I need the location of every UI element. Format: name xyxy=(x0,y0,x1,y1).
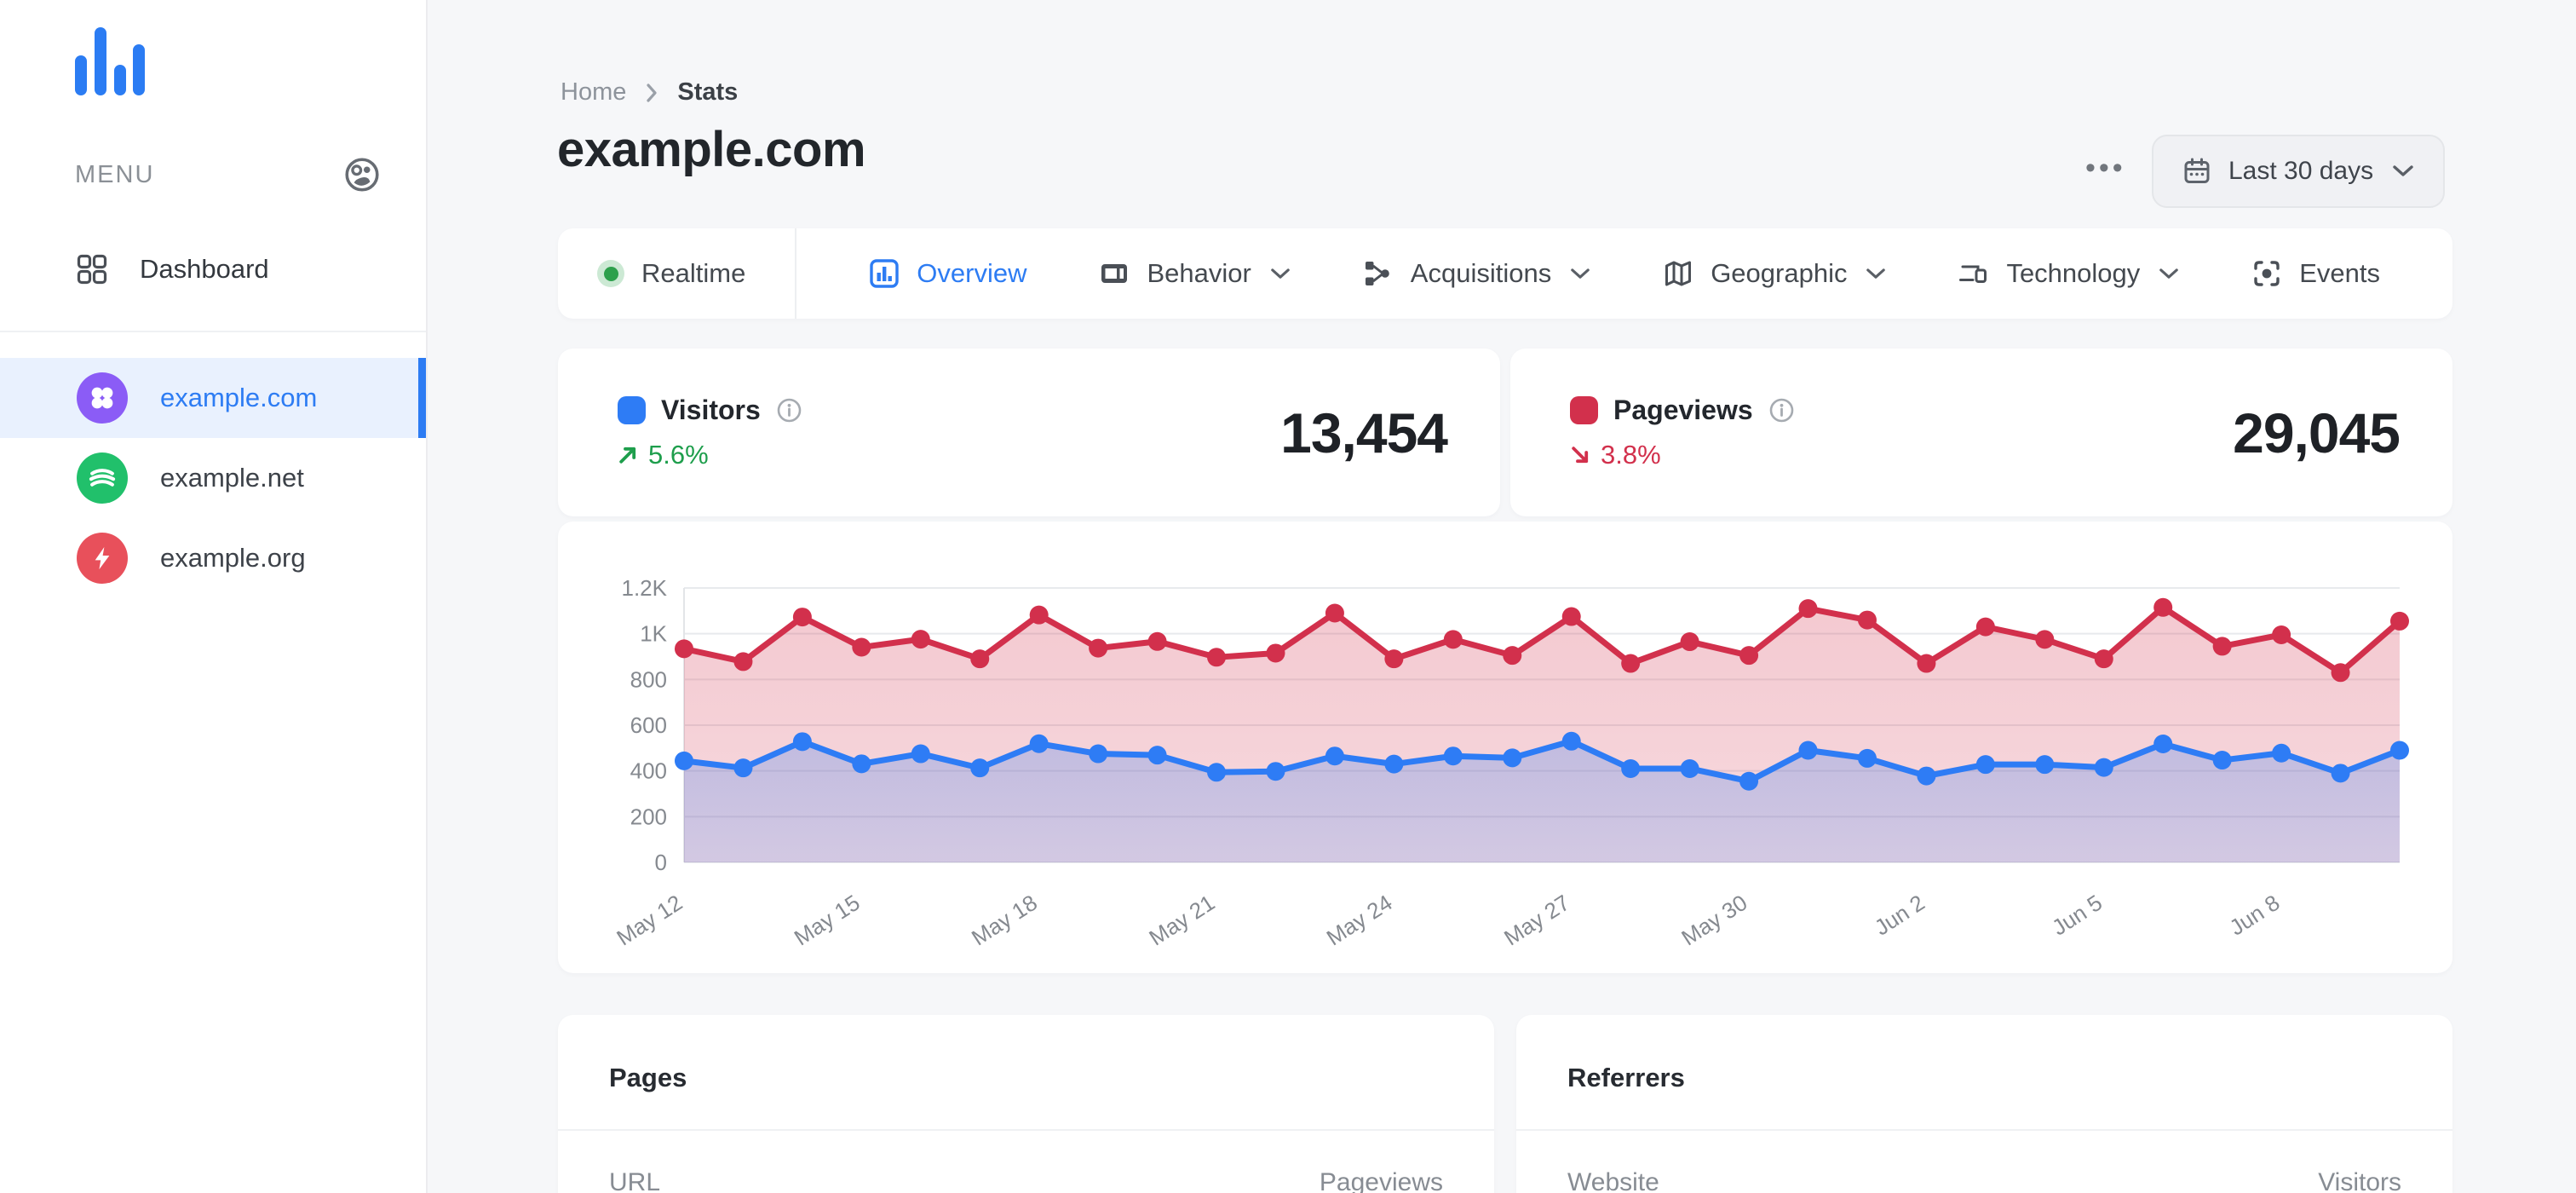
svg-text:1.2K: 1.2K xyxy=(622,575,668,601)
more-options-button[interactable]: ••• xyxy=(2077,143,2135,193)
tab-label: Behavior xyxy=(1147,258,1251,288)
acquisitions-branch-icon xyxy=(1363,258,1394,289)
realtime-status-icon xyxy=(597,260,624,287)
date-range-button[interactable]: Last 30 days xyxy=(2152,135,2446,208)
chevron-down-icon xyxy=(2159,268,2179,280)
trend-up-icon xyxy=(618,445,638,465)
tab-label: Overview xyxy=(917,258,1027,288)
column-header-website: Website xyxy=(1567,1168,1659,1193)
svg-text:400: 400 xyxy=(630,758,667,784)
tab-label: Acquisitions xyxy=(1410,258,1552,288)
site-waves-icon xyxy=(77,452,128,504)
svg-text:May 12: May 12 xyxy=(612,890,687,951)
breadcrumb-home[interactable]: Home xyxy=(561,78,626,107)
visitors-legend-swatch xyxy=(618,396,646,424)
section-tabbar: Realtime Overview Behavior Acquisitions … xyxy=(558,228,2452,319)
stat-label: Visitors xyxy=(661,395,761,425)
site-label: example.net xyxy=(160,463,304,493)
menu-label: MENU xyxy=(75,160,155,188)
svg-text:1K: 1K xyxy=(640,621,667,647)
visitors-value: 13,454 xyxy=(1280,401,1448,464)
tab-technology[interactable]: Technology xyxy=(1958,258,2179,289)
app-logo-bar-chart-icon xyxy=(75,27,145,100)
sidebar-item-label: Dashboard xyxy=(140,254,269,284)
sidebar-item-example-org[interactable]: example.org xyxy=(0,518,426,598)
overview-chart-icon xyxy=(869,258,900,289)
traffic-chart-card: 1.2K 1K 800 600 400 200 0 May 12 May 15 May 18 May… xyxy=(558,522,2452,973)
geographic-map-icon xyxy=(1663,258,1693,289)
svg-text:May 18: May 18 xyxy=(967,890,1042,951)
events-scan-icon xyxy=(2251,258,2282,289)
technology-devices-icon xyxy=(1958,258,1989,289)
behavior-layout-icon xyxy=(1099,258,1130,289)
info-icon[interactable] xyxy=(1768,397,1795,424)
tab-acquisitions[interactable]: Acquisitions xyxy=(1363,258,1590,289)
svg-text:May 27: May 27 xyxy=(1499,890,1574,951)
pageviews-value: 29,045 xyxy=(2233,401,2401,464)
chevron-down-icon xyxy=(2392,164,2414,178)
referrers-card: Referrers Website Visitors xyxy=(1516,1015,2452,1193)
calendar-icon xyxy=(2182,157,2211,186)
tab-label: Events xyxy=(2299,258,2381,288)
site-label: example.org xyxy=(160,543,306,573)
tab-overview[interactable]: Overview xyxy=(869,258,1027,289)
svg-text:May 24: May 24 xyxy=(1322,890,1397,951)
traffic-chart-svg[interactable]: 1.2K 1K 800 600 400 200 0 May 12 May 15 May 18 May… xyxy=(558,522,2452,973)
svg-text:800: 800 xyxy=(630,666,667,692)
sidebar-divider xyxy=(0,331,426,332)
svg-text:May 30: May 30 xyxy=(1676,890,1751,951)
breadcrumb-current: Stats xyxy=(677,78,739,106)
face-icon[interactable] xyxy=(342,155,382,194)
svg-text:May 21: May 21 xyxy=(1144,890,1219,951)
column-header-visitors: Visitors xyxy=(2318,1168,2401,1193)
visitors-stat-card: Visitors 5.6% 13,454 xyxy=(558,349,1500,516)
breadcrumb: Home Stats xyxy=(561,78,738,107)
pageviews-legend-swatch xyxy=(1570,396,1598,424)
site-bolt-icon xyxy=(77,533,128,584)
svg-text:Jun 5: Jun 5 xyxy=(2047,890,2107,941)
svg-text:0: 0 xyxy=(655,850,667,875)
svg-text:200: 200 xyxy=(630,804,667,829)
chevron-down-icon xyxy=(1866,268,1886,280)
tab-realtime[interactable]: Realtime xyxy=(558,258,795,289)
tab-label: Geographic xyxy=(1711,258,1848,288)
tab-geographic[interactable]: Geographic xyxy=(1663,258,1886,289)
tab-label: Technology xyxy=(2006,258,2141,288)
tab-label: Realtime xyxy=(641,258,746,288)
pages-card-title: Pages xyxy=(609,1063,687,1092)
info-icon[interactable] xyxy=(776,397,802,424)
trend-down-icon xyxy=(1570,445,1590,465)
detail-tables: Pages URL Pageviews Referrers Website Vi… xyxy=(558,1015,2452,1193)
svg-text:600: 600 xyxy=(630,712,667,738)
menu-header: MENU xyxy=(75,155,382,194)
stat-change: 3.8% xyxy=(1601,440,1661,470)
column-header-pageviews: Pageviews xyxy=(1319,1168,1443,1193)
svg-text:Jun 2: Jun 2 xyxy=(1870,890,1929,941)
site-list: example.com example.net example.org xyxy=(0,358,426,598)
svg-text:May 15: May 15 xyxy=(790,890,865,951)
chevron-right-icon xyxy=(643,82,660,104)
column-header-url: URL xyxy=(609,1168,661,1193)
site-label: example.com xyxy=(160,383,318,412)
chevron-down-icon xyxy=(1270,268,1291,280)
tab-events[interactable]: Events xyxy=(2251,258,2380,289)
site-clover-icon xyxy=(77,372,128,424)
date-range-label: Last 30 days xyxy=(2228,157,2374,185)
sidebar: MENU Dashboard example.com example.net e… xyxy=(0,0,428,1193)
pages-card: Pages URL Pageviews xyxy=(558,1015,1494,1193)
svg-text:Jun 8: Jun 8 xyxy=(2225,890,2285,941)
chevron-down-icon xyxy=(1570,268,1590,280)
dashboard-grid-icon xyxy=(77,254,107,285)
sidebar-item-example-net[interactable]: example.net xyxy=(0,438,426,518)
sidebar-item-example-com[interactable]: example.com xyxy=(0,358,426,438)
stat-cards: Visitors 5.6% 13,454 Pageviews 3.8% 29,0… xyxy=(558,349,2452,516)
stat-change: 5.6% xyxy=(648,440,709,470)
page-title: example.com xyxy=(557,122,866,177)
tab-behavior[interactable]: Behavior xyxy=(1099,258,1290,289)
pageviews-stat-card: Pageviews 3.8% 29,045 xyxy=(1510,349,2452,516)
sidebar-item-dashboard[interactable]: Dashboard xyxy=(0,230,426,308)
referrers-card-title: Referrers xyxy=(1567,1063,1685,1092)
stat-label: Pageviews xyxy=(1613,395,1753,425)
